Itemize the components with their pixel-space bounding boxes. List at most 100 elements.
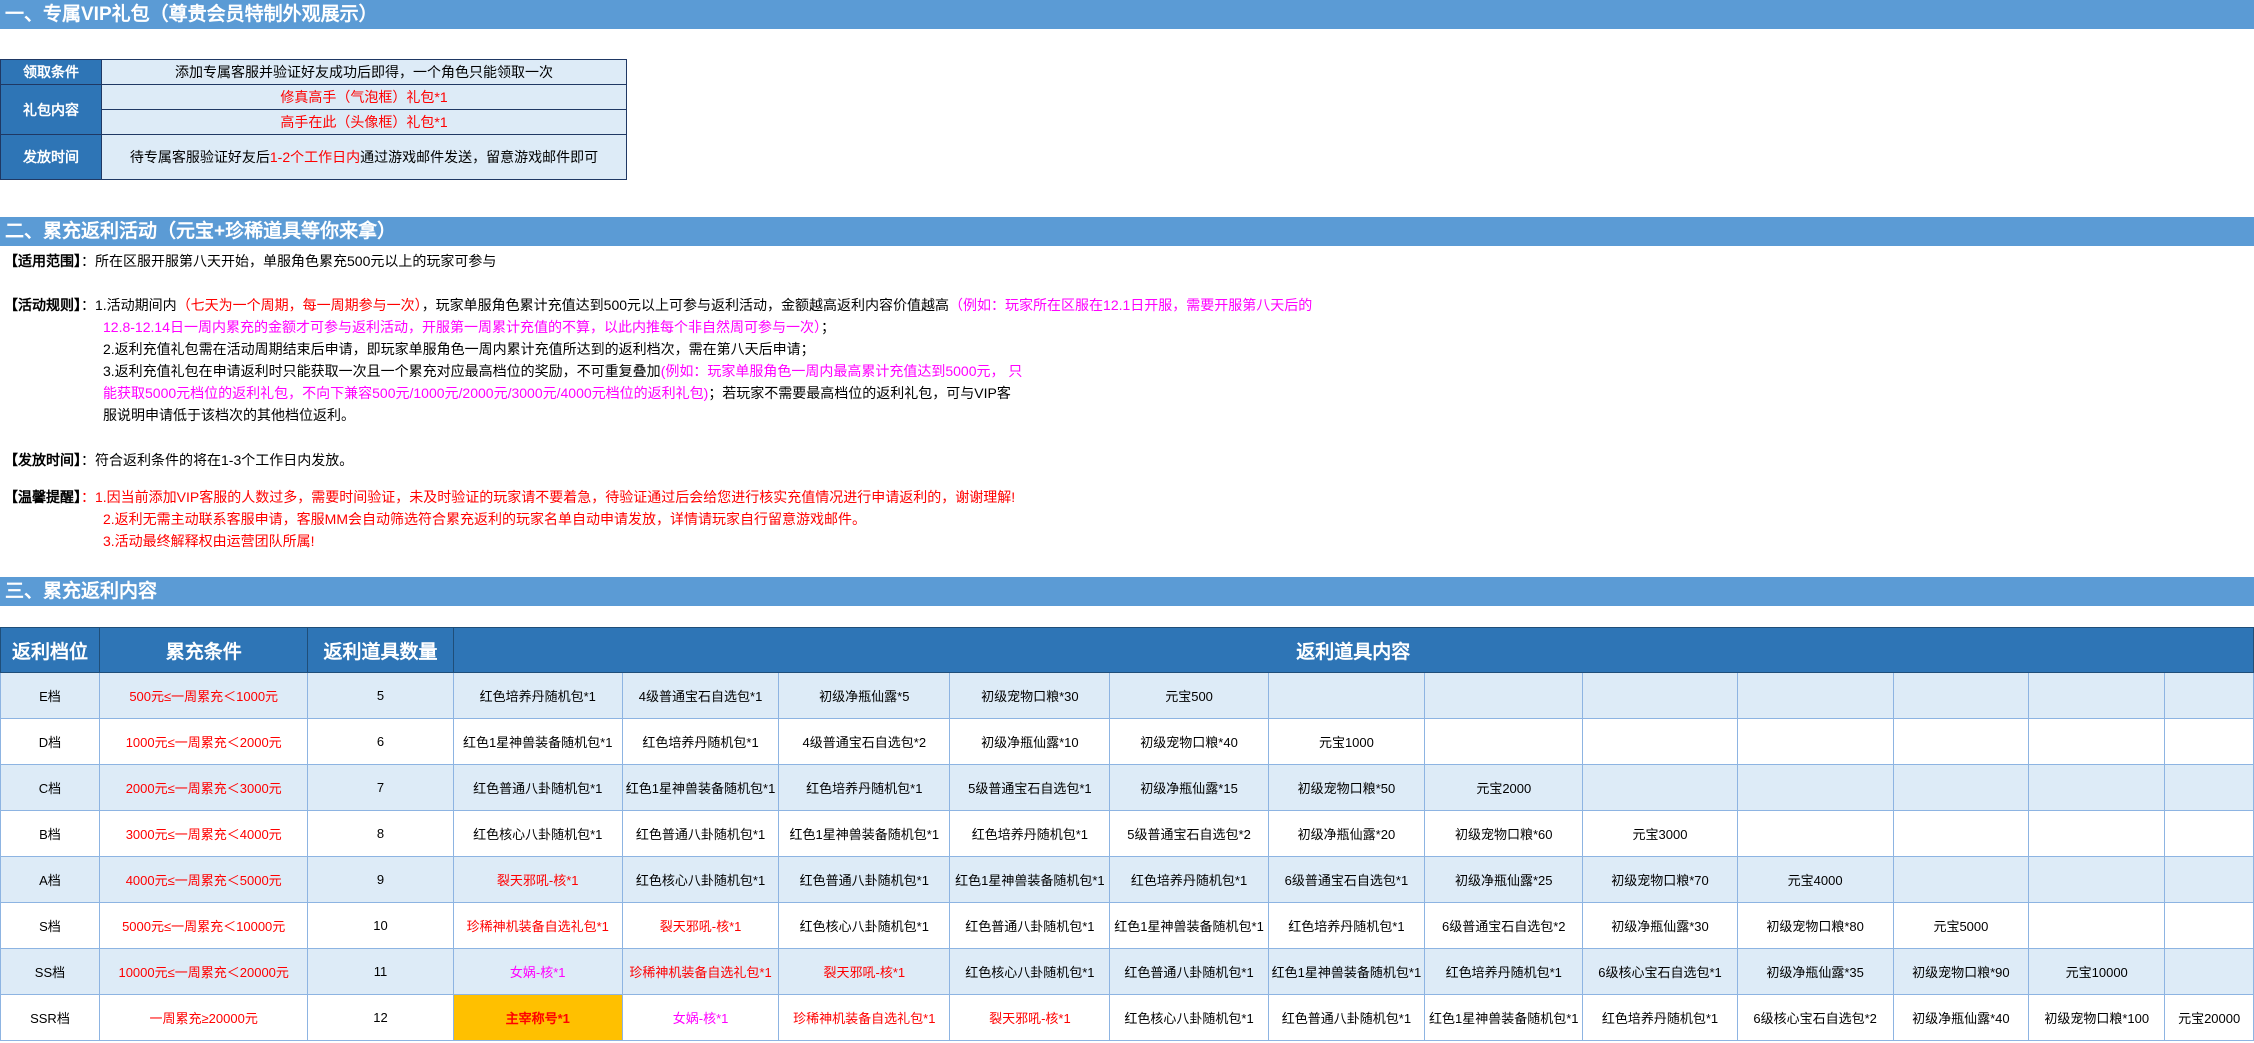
empty-cell [1424,672,1584,719]
item-cell: 元宝2000 [1424,764,1584,811]
vip-gift-table: 领取条件 添加专属客服并验证好友成功后即得，一个角色只能领取一次 礼包内容 修真… [0,59,627,180]
item-cell: 裂天邪吼-核*1 [621,902,780,949]
content-label: 礼包内容 [0,84,102,135]
table-row: A档 4000元≤一周累充＜5000元 9 裂天邪吼-核*1 红色核心八卦随机包*1 红色… [0,856,2254,903]
item-cell: 红色1星神兽装备随机包*1 [949,856,1111,903]
tips-label: 【温馨提醒】 [4,489,81,505]
empty-cell [1267,672,1426,719]
empty-cell [1582,672,1738,719]
tier-cell: SS档 [0,948,100,995]
item-cell: 初级宠物口粮*50 [1267,764,1426,811]
table-row: S档 5000元≤一周累充＜10000元 10 珍稀神机装备自选礼包*1 裂天邪吼-核*… [0,902,2254,949]
item-cell: 初级宠物口粮*80 [1736,902,1894,949]
scope-label: 【适用范围】 [4,253,81,269]
rules-label: 【活动规则】 [4,297,81,313]
table-row: C档 2000元≤一周累充＜3000元 7 红色普通八卦随机包*1 红色1星神兽装备随机… [0,764,2254,811]
rule3-b: (例如：玩家单服角色一周内最高累计充值达到5000元， 只 [660,363,1023,379]
table-row: SSR档 一周累充≥20000元 12 主宰称号*1 女娲-核*1 珍稀神机装备自选礼包*… [0,994,2254,1041]
item-cell: 初级净瓶仙露*25 [1424,856,1584,903]
item-cell: 5级普通宝石自选包*1 [949,764,1111,811]
issue-time-text-end: 通过游戏邮件发送，留意游戏邮件即可 [360,149,599,165]
condition-cell: 10000元≤一周累充＜20000元 [98,948,309,995]
rule1-c: ，玩家单服角色累计充值达到500元以上可参与返利活动，金额越高返利内容价值越高 [421,297,950,313]
item-cell: 红色核心八卦随机包*1 [778,902,951,949]
table-row: 领取条件 添加专属客服并验证好友成功后即得，一个角色只能领取一次 [0,59,627,85]
tier-cell: A档 [0,856,100,903]
item-cell: 红色培养丹随机包*1 [1582,994,1738,1041]
item-cell: 元宝5000 [1892,902,2030,949]
scope-text: ：所在区服开服第八天开始，单服角色累充500元以上的玩家可参与 [81,253,497,269]
item-cell: 红色普通八卦随机包*1 [1267,994,1426,1041]
item-cell: 6级普通宝石自选包*2 [1424,902,1584,949]
item-cell: 裂天邪吼-核*1 [452,856,623,903]
item-cell: 红色培养丹随机包*1 [1267,902,1426,949]
empty-cell [2164,902,2254,949]
header-items: 返利道具内容 [452,627,2254,673]
rule1-e: 12.8-12.14日一周内累充的金额才可参与返利活动，开服第一周累计充值的不算… [103,319,821,335]
empty-cell [1736,764,1894,811]
item-cell: 裂天邪吼-核*1 [778,948,951,995]
condition-cell: 5000元≤一周累充＜10000元 [98,902,309,949]
rule2: 2.返利充值礼包需在活动周期结束后申请，即玩家单服角色一周内累计充值所达到的返利… [103,341,815,357]
count-cell: 12 [307,994,454,1041]
item-cell: 红色培养丹随机包*1 [452,672,623,719]
empty-cell [1424,718,1584,765]
issue-line: 【发放时间】：符合返利条件的将在1-3个工作日内发放。 [4,450,353,470]
tier-cell: B档 [0,810,100,857]
rule1-a: ：1.活动期间内 [81,297,177,313]
item-cell: 红色培养丹随机包*1 [1109,856,1269,903]
tier-cell: S档 [0,902,100,949]
rule3-c: 能获取5000元档位的返利礼包，不向下兼容500元/1000元/2000元/30… [103,385,709,401]
item-cell: 红色核心八卦随机包*1 [949,948,1111,995]
empty-cell [1582,718,1738,765]
item-cell: 6级普通宝石自选包*1 [1267,856,1426,903]
empty-cell [2164,810,2254,857]
condition-cell: 4000元≤一周累充＜5000元 [98,856,309,903]
rule3-a: 3.返利充值礼包在申请返利时只能获取一次且一个累充对应最高档位的奖励，不可重复叠… [103,363,661,379]
table-row: 发放时间 待专属客服验证好友后1-2个工作日内通过游戏邮件发送，留意游戏邮件即可 [0,134,627,180]
issue-time-label: 发放时间 [0,134,102,180]
condition-label: 领取条件 [0,59,102,85]
table-row: D档 1000元≤一周累充＜2000元 6 红色1星神兽装备随机包*1 红色培养丹随机包… [0,718,2254,765]
item-cell: 4级普通宝石自选包*1 [621,672,780,719]
item-cell: 元宝500 [1109,672,1269,719]
empty-cell [1736,810,1894,857]
item-cell: 女娲-核*1 [621,994,780,1041]
item-cell: 元宝4000 [1736,856,1894,903]
section2-title: 二、累充返利活动（元宝+珍稀道具等你来拿） [0,217,2254,246]
tier-cell: C档 [0,764,100,811]
item-cell: 红色1星神兽装备随机包*1 [1424,994,1584,1041]
issue-label: 【发放时间】 [4,452,81,468]
content-value-1: 修真高手（气泡框）礼包*1 [101,84,627,110]
item-cell: 初级宠物口粮*60 [1424,810,1584,857]
empty-cell [2028,718,2166,765]
item-cell: 红色普通八卦随机包*1 [1109,948,1269,995]
empty-cell [1736,718,1894,765]
rule1-d: （例如：玩家所在区服在12.1日开服，需要开服第八天后的 [949,297,1313,313]
item-cell: 初级净瓶仙露*30 [1582,902,1738,949]
item-cell: 元宝1000 [1267,718,1426,765]
item-cell: 元宝10000 [2028,948,2166,995]
item-cell: 珍稀神机装备自选礼包*1 [621,948,780,995]
item-cell: 初级宠物口粮*70 [1582,856,1738,903]
rule1-f: ； [820,319,835,335]
count-cell: 6 [307,718,454,765]
empty-cell [2028,856,2166,903]
item-cell: 红色核心八卦随机包*1 [621,856,780,903]
rules-line-4: 3.返利充值礼包在申请返利时只能获取一次且一个累充对应最高档位的奖励，不可重复叠… [103,361,1022,381]
scope-line: 【适用范围】：所在区服开服第八天开始，单服角色累充500元以上的玩家可参与 [4,251,496,271]
item-cell: 初级宠物口粮*30 [949,672,1111,719]
section3-title: 三、累充返利内容 [0,577,2254,606]
item-cell: 初级净瓶仙露*35 [1736,948,1894,995]
tier-cell: E档 [0,672,100,719]
condition-cell: 2000元≤一周累充＜3000元 [98,764,309,811]
rule3-d: ；若玩家不需要最高档位的返利礼包，可与VIP客 [708,385,1011,401]
table-header-row: 返利档位 累充条件 返利道具数量 返利道具内容 [0,627,2254,673]
empty-cell [2028,810,2166,857]
item-cell: 女娲-核*1 [452,948,623,995]
tip2: 2.返利无需主动联系客服申请，客服MM会自动筛选符合累充返利的玩家名单自动申请发… [103,511,866,527]
item-cell: 6级核心宝石自选包*1 [1582,948,1738,995]
empty-cell [2164,718,2254,765]
item-cell: 元宝3000 [1582,810,1738,857]
item-cell: 主宰称号*1 [452,994,623,1041]
